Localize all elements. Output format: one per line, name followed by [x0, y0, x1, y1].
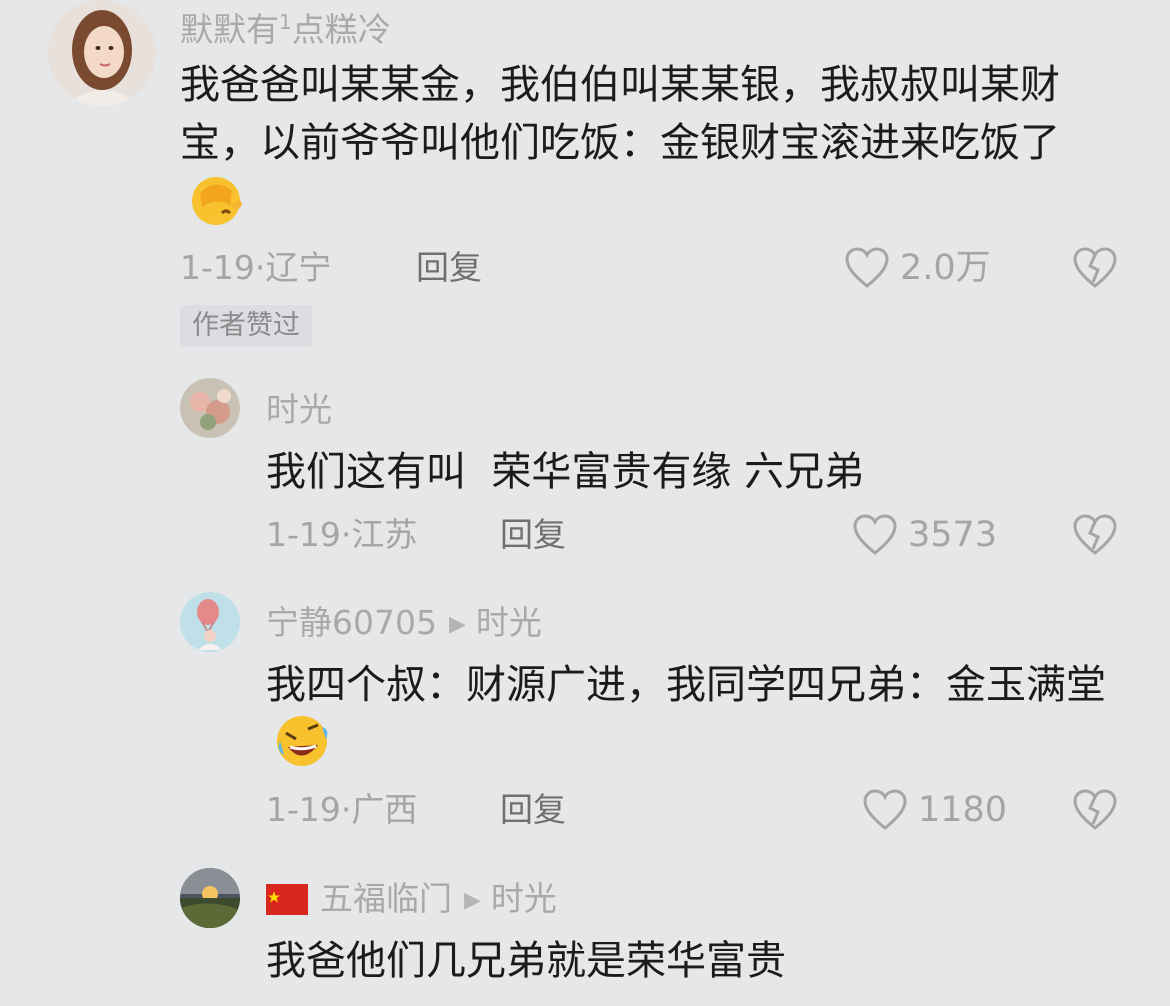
rolling-laughing-emoji — [272, 711, 332, 771]
reply-button[interactable]: 回复 — [416, 248, 482, 288]
comment-location: 江苏 — [351, 515, 418, 554]
username-text: 宁静60705 — [266, 603, 437, 642]
reply-to-username: 时光 — [490, 879, 557, 918]
avatar[interactable] — [180, 868, 240, 928]
username-sup: 1 — [279, 10, 292, 34]
heart-icon — [853, 514, 897, 555]
like-count: 3573 — [908, 515, 998, 555]
comment-date: 1-19· — [266, 515, 352, 554]
reply-button[interactable]: 回复 — [500, 790, 566, 830]
broken-heart-icon[interactable] — [1072, 513, 1118, 557]
username-text: 五福临门 — [320, 879, 452, 918]
username-suffix: 点糕冷 — [291, 10, 391, 49]
like-count: 2.0万 — [900, 248, 991, 288]
comment-meta: 1-19·广西 — [266, 790, 417, 830]
like-button[interactable]: 3573 — [852, 513, 997, 557]
like-button[interactable]: 2.0万 — [844, 246, 991, 290]
comment-section: 默默有1点糕冷 我爸爸叫某某金，我伯伯叫某某银，我叔叔叫某财宝，以前爷爷叫他们吃… — [0, 0, 1170, 1006]
reply-arrow-icon: ▶ — [464, 888, 481, 913]
comment-text-content: 我爸爸叫某某金，我伯伯叫某某银，我叔叔叫某财宝，以前爷爷叫他们吃饭：金银财宝滚进… — [180, 62, 1060, 166]
reply-button[interactable]: 回复 — [500, 515, 566, 555]
china-flag-icon — [266, 883, 308, 915]
comment-date: 1-19· — [180, 248, 266, 287]
author-liked-badge: 作者赞过 — [180, 305, 312, 347]
heart-icon — [863, 789, 907, 830]
comment-meta: 1-19·辽宁 — [180, 248, 331, 288]
comment-text: 我四个叔：财源广进，我同学四兄弟：金玉满堂 — [266, 656, 1106, 775]
facepalm-emoji — [186, 169, 246, 229]
comment-text: 我爸爸叫某某金，我伯伯叫某某银，我叔叔叫某财宝，以前爷爷叫他们吃饭：金银财宝滚进… — [180, 56, 1100, 233]
reply-to-username: 时光 — [475, 603, 542, 642]
comment-location: 辽宁 — [265, 248, 332, 287]
like-count: 1180 — [918, 790, 1008, 830]
comment-username[interactable]: 时光 — [266, 390, 332, 430]
like-button[interactable]: 1180 — [862, 788, 1007, 832]
reply-arrow-icon: ▶ — [448, 612, 466, 637]
avatar[interactable] — [180, 378, 240, 438]
broken-heart-icon[interactable] — [1072, 246, 1118, 290]
avatar[interactable] — [48, 0, 156, 106]
comment-location: 广西 — [351, 790, 418, 829]
comment-text-content: 我四个叔：财源广进，我同学四兄弟：金玉满堂 — [266, 662, 1106, 708]
comment-text: 我爸他们几兄弟就是荣华富贵 — [266, 938, 786, 984]
comment-date: 1-19· — [266, 790, 352, 829]
heart-icon — [845, 247, 889, 288]
comment-text: 我们这有叫 荣华富贵有缘 六兄弟 — [266, 449, 865, 495]
comment-meta: 1-19·江苏 — [266, 515, 417, 555]
comment-username[interactable]: 宁静60705 ▶ 时光 — [266, 603, 542, 648]
username-text: 默默有 — [180, 10, 279, 49]
avatar[interactable] — [180, 592, 240, 652]
comment-username[interactable]: 五福临门 ▶ 时光 — [266, 879, 557, 924]
broken-heart-icon[interactable] — [1072, 788, 1118, 832]
comment-username[interactable]: 默默有1点糕冷 — [180, 2, 391, 50]
